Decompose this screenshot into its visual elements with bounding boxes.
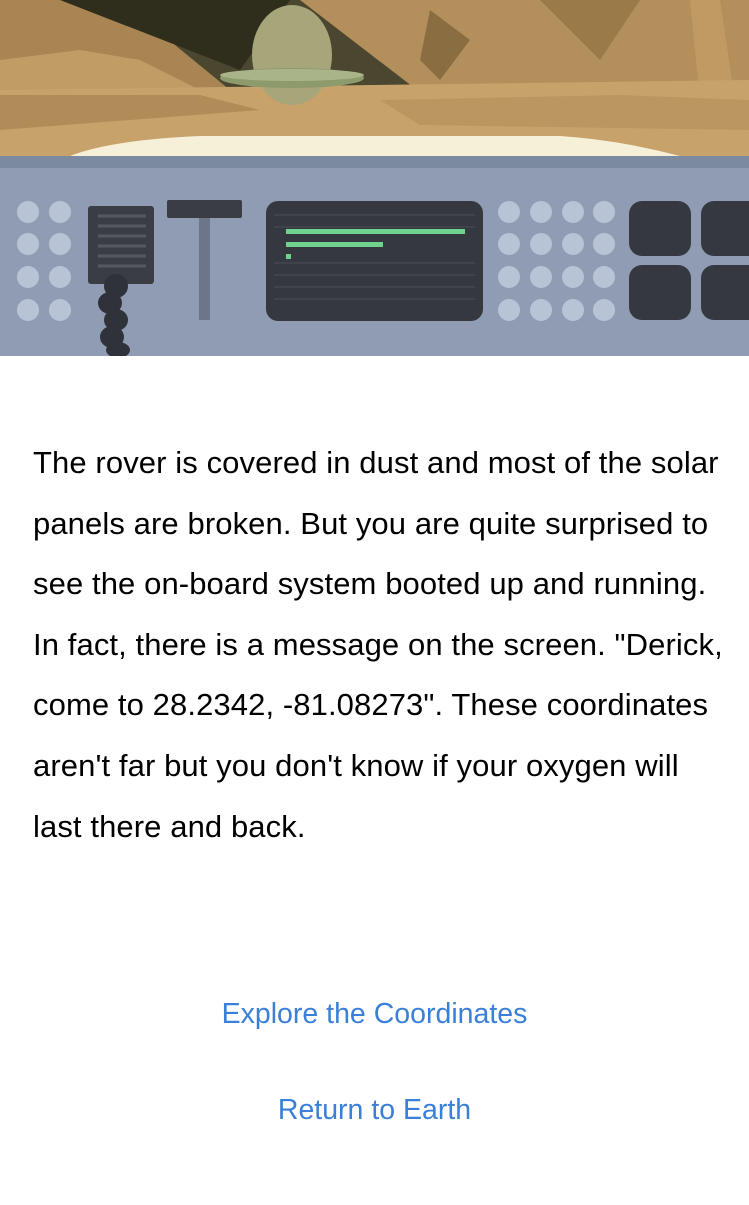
return-to-earth-button[interactable]: Return to Earth [0, 1094, 749, 1127]
rover-dashboard-illustration [0, 0, 749, 356]
story-text: The rover is covered in dust and most of… [33, 445, 723, 844]
explore-coordinates-button[interactable]: Explore the Coordinates [0, 998, 749, 1031]
